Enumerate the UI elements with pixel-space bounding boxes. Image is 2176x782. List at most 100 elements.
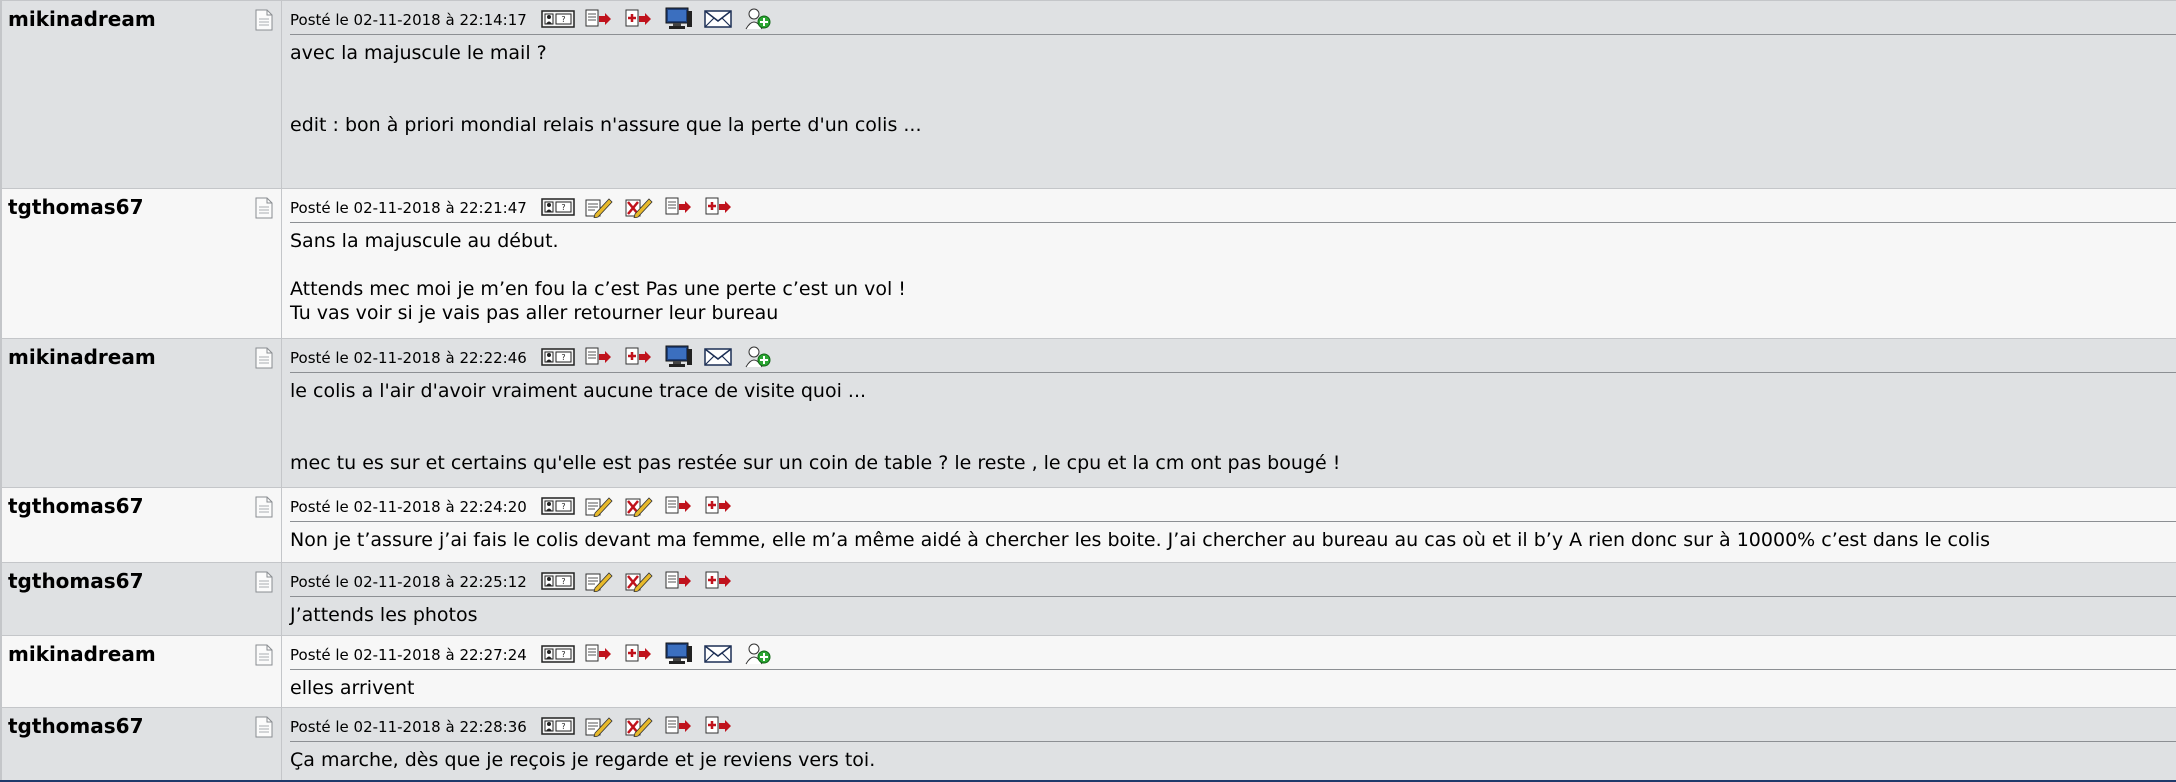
- author-name[interactable]: tgthomas67: [8, 714, 144, 738]
- profile-page-icon[interactable]: [255, 571, 273, 593]
- quote-icon[interactable]: [581, 7, 615, 31]
- mail-icon[interactable]: [701, 7, 735, 31]
- edit-delete-icon[interactable]: [621, 569, 655, 593]
- post-header: Posté le 02-11-2018 à 22:24:20?: [290, 488, 2176, 522]
- post-body: elles arrivent: [290, 670, 2176, 700]
- profile-page-icon[interactable]: [255, 644, 273, 666]
- post: tgthomas67 Posté le 02-11-2018 à 22:28:36…: [0, 707, 2176, 780]
- profile-page-icon[interactable]: [255, 347, 273, 369]
- post: mikinadream Posté le 02-11-2018 à 22:22:4…: [0, 338, 2176, 487]
- author-name[interactable]: mikinadream: [8, 345, 156, 369]
- svg-text:?: ?: [561, 15, 565, 24]
- mail-icon[interactable]: [701, 642, 735, 666]
- post-header: Posté le 02-11-2018 à 22:28:36?: [290, 708, 2176, 742]
- profile-card-icon[interactable]: ?: [541, 195, 575, 219]
- post: tgthomas67 Posté le 02-11-2018 à 22:21:47…: [0, 188, 2176, 338]
- post-header: Posté le 02-11-2018 à 22:25:12?: [290, 563, 2176, 597]
- post-content-column: Posté le 02-11-2018 à 22:14:17? avec la m…: [282, 1, 2176, 188]
- post-body: le colis a l'air d'avoir vraiment aucune…: [290, 373, 2176, 475]
- post-text-line: [290, 253, 2176, 277]
- post-text-line: Attends mec moi je m’en fou la c’est Pas…: [290, 278, 906, 300]
- svg-text:?: ?: [561, 203, 565, 212]
- profile-card-icon[interactable]: ?: [541, 494, 575, 518]
- author-name[interactable]: tgthomas67: [8, 195, 144, 219]
- post-date: Posté le 02-11-2018 à 22:24:20: [290, 498, 527, 516]
- author-name[interactable]: mikinadream: [8, 7, 156, 31]
- profile-page-icon[interactable]: [255, 197, 273, 219]
- post-body: Ça marche, dès que je reçois je regarde …: [290, 742, 2176, 772]
- computer-icon[interactable]: [661, 7, 695, 31]
- post-text-line: Non je t’assure j’ai fais le colis devan…: [290, 529, 1991, 551]
- profile-page-icon[interactable]: [255, 496, 273, 518]
- computer-icon[interactable]: [661, 345, 695, 369]
- multi-quote-icon[interactable]: [621, 345, 655, 369]
- post-body: Sans la majuscule au début. Attends mec …: [290, 223, 2176, 325]
- post-content-column: Posté le 02-11-2018 à 22:28:36? Ça marche…: [282, 708, 2176, 780]
- post-content-column: Posté le 02-11-2018 à 22:25:12? J’attends…: [282, 563, 2176, 635]
- post-author-column: mikinadream: [0, 1, 282, 188]
- add-friend-icon[interactable]: [741, 642, 775, 666]
- post-date: Posté le 02-11-2018 à 22:22:46: [290, 349, 527, 367]
- mail-icon[interactable]: [701, 345, 735, 369]
- post-content-column: Posté le 02-11-2018 à 22:21:47? Sans la m…: [282, 189, 2176, 338]
- post-body: J’attends les photos: [290, 597, 2176, 627]
- post-header: Posté le 02-11-2018 à 22:14:17?: [290, 1, 2176, 35]
- computer-icon[interactable]: [661, 642, 695, 666]
- post-date: Posté le 02-11-2018 à 22:25:12: [290, 573, 527, 591]
- edit-delete-icon[interactable]: [621, 195, 655, 219]
- multi-quote-icon[interactable]: [701, 714, 735, 738]
- profile-card-icon[interactable]: ?: [541, 642, 575, 666]
- edit-icon[interactable]: [581, 714, 615, 738]
- profile-page-icon[interactable]: [255, 9, 273, 31]
- multi-quote-icon[interactable]: [701, 494, 735, 518]
- post: tgthomas67 Posté le 02-11-2018 à 22:25:12…: [0, 562, 2176, 635]
- profile-card-icon[interactable]: ?: [541, 345, 575, 369]
- post-text-line: Sans la majuscule au début.: [290, 230, 559, 252]
- edit-icon[interactable]: [581, 494, 615, 518]
- quote-icon[interactable]: [661, 195, 695, 219]
- profile-page-icon[interactable]: [255, 716, 273, 738]
- quote-icon[interactable]: [581, 642, 615, 666]
- author-name[interactable]: mikinadream: [8, 642, 156, 666]
- multi-quote-icon[interactable]: [701, 569, 735, 593]
- post-text-line: avec la majuscule le mail ?: [290, 42, 547, 64]
- quote-icon[interactable]: [661, 494, 695, 518]
- post-header: Posté le 02-11-2018 à 22:22:46?: [290, 339, 2176, 373]
- post-text-line: [290, 403, 2176, 451]
- post-content-column: Posté le 02-11-2018 à 22:27:24? elles arr…: [282, 636, 2176, 707]
- profile-card-icon[interactable]: ?: [541, 569, 575, 593]
- quote-icon[interactable]: [661, 569, 695, 593]
- post-date: Posté le 02-11-2018 à 22:27:24: [290, 646, 527, 664]
- multi-quote-icon[interactable]: [701, 195, 735, 219]
- post-text-line: elles arrivent: [290, 677, 415, 699]
- author-name[interactable]: tgthomas67: [8, 494, 144, 518]
- post-body: Non je t’assure j’ai fais le colis devan…: [290, 522, 2176, 552]
- post-text-line: [290, 65, 2176, 113]
- post-text-line: Ça marche, dès que je reçois je regarde …: [290, 749, 876, 771]
- post-author-column: mikinadream: [0, 636, 282, 707]
- edit-delete-icon[interactable]: [621, 714, 655, 738]
- post-text-line: Tu vas voir si je vais pas aller retourn…: [290, 302, 779, 324]
- post-author-column: tgthomas67: [0, 189, 282, 338]
- post-body: avec la majuscule le mail ? edit : bon à…: [290, 35, 2176, 137]
- multi-quote-icon[interactable]: [621, 642, 655, 666]
- svg-text:?: ?: [561, 650, 565, 659]
- quote-icon[interactable]: [661, 714, 695, 738]
- edit-delete-icon[interactable]: [621, 494, 655, 518]
- edit-icon[interactable]: [581, 569, 615, 593]
- add-friend-icon[interactable]: [741, 345, 775, 369]
- post-content-column: Posté le 02-11-2018 à 22:24:20? Non je t’…: [282, 488, 2176, 562]
- author-name[interactable]: tgthomas67: [8, 569, 144, 593]
- edit-icon[interactable]: [581, 195, 615, 219]
- quote-icon[interactable]: [581, 345, 615, 369]
- profile-card-icon[interactable]: ?: [541, 7, 575, 31]
- add-friend-icon[interactable]: [741, 7, 775, 31]
- post: mikinadream Posté le 02-11-2018 à 22:14:1…: [0, 0, 2176, 188]
- multi-quote-icon[interactable]: [621, 7, 655, 31]
- post-author-column: mikinadream: [0, 339, 282, 487]
- svg-text:?: ?: [561, 577, 565, 586]
- post-header: Posté le 02-11-2018 à 22:21:47?: [290, 189, 2176, 223]
- post: tgthomas67 Posté le 02-11-2018 à 22:24:20…: [0, 487, 2176, 562]
- profile-card-icon[interactable]: ?: [541, 714, 575, 738]
- post-date: Posté le 02-11-2018 à 22:14:17: [290, 11, 527, 29]
